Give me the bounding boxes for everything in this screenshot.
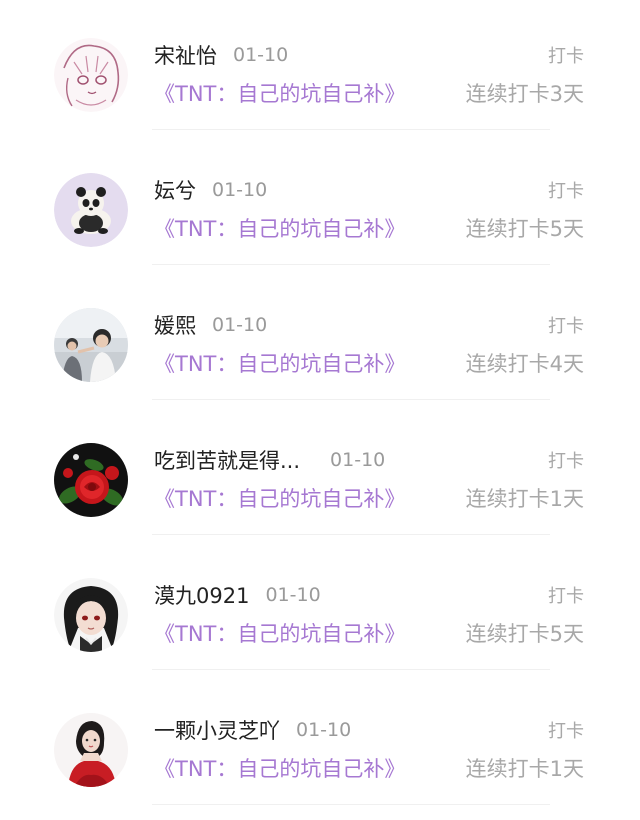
streak-text: 连续打卡5天 xyxy=(465,622,584,646)
checkin-entry[interactable]: 漠九0921 01-10 打卡 《TNT：自己的坑自己补》 连续打卡5天 xyxy=(0,540,640,675)
checkin-entry[interactable]: 一颗小灵芝吖 01-10 打卡 《TNT：自己的坑自己补》 连续打卡1天 xyxy=(0,675,640,810)
streak-text: 连续打卡5天 xyxy=(465,217,584,241)
checkin-label: 打卡 xyxy=(548,316,584,337)
username[interactable]: 一颗小灵芝吖 xyxy=(154,715,280,745)
checkin-label: 打卡 xyxy=(548,586,584,607)
checkin-entry[interactable]: 媛熙 01-10 打卡 《TNT：自己的坑自己补》 连续打卡4天 xyxy=(0,270,640,405)
username[interactable]: 媛熙 xyxy=(154,310,196,340)
checkin-entry[interactable]: 吃到苦就是得... 01-10 打卡 《TNT：自己的坑自己补》 连续打卡1天 xyxy=(0,405,640,540)
streak-text: 连续打卡1天 xyxy=(465,757,584,781)
circle-link[interactable]: 《TNT：自己的坑自己补》 xyxy=(154,753,405,783)
checkin-date: 01-10 xyxy=(212,179,268,201)
checkin-feed: 宋祉怡 01-10 打卡 《TNT：自己的坑自己补》 连续打卡3天 妘兮 01-… xyxy=(0,0,640,820)
circle-link[interactable]: 《TNT：自己的坑自己补》 xyxy=(154,483,405,513)
name-line: 吃到苦就是得... 01-10 xyxy=(154,445,385,475)
red-rose-avatar[interactable] xyxy=(54,443,128,517)
divider xyxy=(152,399,550,400)
name-line: 漠九0921 01-10 xyxy=(154,580,321,610)
username[interactable]: 吃到苦就是得... xyxy=(154,445,300,475)
checkin-entry[interactable]: 宋祉怡 01-10 打卡 《TNT：自己的坑自己补》 连续打卡3天 xyxy=(0,0,640,135)
red-dress-woman-avatar[interactable] xyxy=(54,713,128,787)
photo-people-avatar[interactable] xyxy=(54,308,128,382)
divider xyxy=(152,129,550,130)
username[interactable]: 漠九0921 xyxy=(154,580,249,610)
name-line: 妘兮 01-10 xyxy=(154,175,267,205)
anime-boy-avatar-icon xyxy=(54,578,128,652)
divider xyxy=(152,534,550,535)
divider xyxy=(152,669,550,670)
checkin-date: 01-10 xyxy=(233,44,289,66)
panda-plush-avatar[interactable] xyxy=(54,173,128,247)
checkin-label: 打卡 xyxy=(548,721,584,742)
checkin-label: 打卡 xyxy=(548,451,584,472)
red-rose-avatar-icon xyxy=(54,443,128,517)
circle-link[interactable]: 《TNT：自己的坑自己补》 xyxy=(154,618,405,648)
username[interactable]: 宋祉怡 xyxy=(154,40,217,70)
anime-girl-sketch-avatar[interactable] xyxy=(54,38,128,112)
anime-girl-sketch-avatar-icon xyxy=(54,38,128,112)
checkin-date: 01-10 xyxy=(296,719,352,741)
circle-link[interactable]: 《TNT：自己的坑自己补》 xyxy=(154,213,405,243)
checkin-date: 01-10 xyxy=(212,314,268,336)
checkin-label: 打卡 xyxy=(548,181,584,202)
circle-link[interactable]: 《TNT：自己的坑自己补》 xyxy=(154,78,405,108)
circle-link[interactable]: 《TNT：自己的坑自己补》 xyxy=(154,348,405,378)
divider xyxy=(152,804,550,805)
anime-boy-avatar[interactable] xyxy=(54,578,128,652)
streak-text: 连续打卡1天 xyxy=(465,487,584,511)
streak-text: 连续打卡3天 xyxy=(465,82,584,106)
streak-text: 连续打卡4天 xyxy=(465,352,584,376)
checkin-date: 01-10 xyxy=(265,584,321,606)
name-line: 一颗小灵芝吖 01-10 xyxy=(154,715,351,745)
divider xyxy=(152,264,550,265)
checkin-date: 01-10 xyxy=(330,449,386,471)
red-dress-woman-avatar-icon xyxy=(54,713,128,787)
checkin-entry[interactable]: 妘兮 01-10 打卡 《TNT：自己的坑自己补》 连续打卡5天 xyxy=(0,135,640,270)
username[interactable]: 妘兮 xyxy=(154,175,196,205)
panda-plush-avatar-icon xyxy=(54,173,128,247)
name-line: 宋祉怡 01-10 xyxy=(154,40,288,70)
photo-people-avatar-icon xyxy=(54,308,128,382)
name-line: 媛熙 01-10 xyxy=(154,310,267,340)
checkin-label: 打卡 xyxy=(548,46,584,67)
